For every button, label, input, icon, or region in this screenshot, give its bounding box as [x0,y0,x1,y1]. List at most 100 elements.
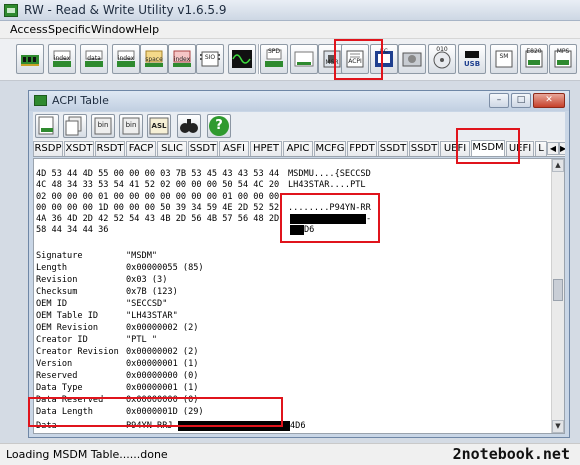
status-text: Loading MSDM Table......done [6,448,168,461]
field-name: OEM Table ID [36,311,99,321]
smbus-button[interactable] [290,44,318,74]
field-value: 0x00000055 (85) [126,263,204,273]
hex-line: 4A 36 4D 2D 42 52 54 43 4B 2D 56 4B 57 5… [36,214,280,224]
find-button[interactable] [177,114,201,138]
scroll-down-arrow[interactable]: ▼ [552,420,564,433]
close-button[interactable]: ✕ [533,93,565,108]
hex-line: 4D 53 44 4D 55 00 00 00 03 7B 53 45 43 4… [36,169,280,179]
tab-hpet[interactable]: HPET [250,141,282,156]
data-field-highlight-box [28,397,283,427]
tab-ssdt-2[interactable]: SSDT [378,141,408,156]
smbios-button[interactable]: SM [490,44,518,74]
pci-data-button[interactable]: data [80,44,108,74]
copy-button[interactable] [63,114,87,138]
field-value: 0x00000002 (2) [126,347,199,357]
field-name: Length [36,263,68,273]
field-value: 0x7B (123) [126,287,178,297]
atapi-button[interactable]: 010 [428,44,456,74]
data-field-value-suffix: 4D6 [290,421,306,431]
tab-scroll-left-arrow[interactable]: ◀ [547,142,559,155]
tab-rsdp[interactable]: RSDP [33,141,63,156]
tab-facp[interactable]: FACP [126,141,156,156]
usb-button[interactable]: USB [458,44,486,74]
menu-window[interactable]: Window [91,23,134,36]
field-value: "PTL " [126,335,158,345]
hex-line: 58 44 34 44 36 [36,225,109,235]
help-button[interactable]: ? [207,114,231,138]
field-value: 0x00000002 (2) [126,323,199,333]
tab-asfi[interactable]: ASFI [219,141,249,156]
menu-access[interactable]: Access [10,23,48,36]
key-ascii-highlight-box [280,193,380,243]
scroll-up-arrow[interactable]: ▲ [552,159,564,172]
tab-apic[interactable]: APIC [283,141,313,156]
tab-scroll-right-arrow[interactable]: ▶ [559,142,565,155]
tab-rsdt[interactable]: RSDT [95,141,125,156]
index-data-button[interactable]: index [168,44,196,74]
hdd-button[interactable] [398,44,426,74]
field-name: OEM Revision [36,323,99,333]
watermark: 2notebook.net [452,445,570,463]
menu-help[interactable]: Help [134,23,159,36]
acpi-highlight-box [334,39,383,80]
memory-button[interactable] [16,44,44,74]
smbus-icon [294,51,314,67]
field-value: "LH43STAR" [126,311,178,321]
spd-button[interactable]: SPD [260,44,288,74]
mps-button[interactable]: MPS [549,44,577,74]
app-icon [4,4,18,17]
rsdp-icon [38,116,54,135]
ascii-line: LH43STAR....PTL [288,180,366,190]
field-name: Checksum [36,287,78,297]
field-value: 0x00000001 (1) [126,359,199,369]
hdd-icon [402,52,422,67]
menu-specific[interactable]: Specific [48,23,91,36]
binoculars-icon [180,119,198,133]
app-title: RW - Read & Write Utility v1.6.5.9 [24,3,227,17]
copy-icon [65,116,82,136]
tab-overflow[interactable]: L [535,141,547,156]
asl-button[interactable]: ASL [147,114,171,138]
tab-mcfg[interactable]: MCFG [314,141,346,156]
field-name: Revision [36,275,78,285]
maximize-button[interactable]: □ [511,93,531,108]
field-value: 0x00000001 (1) [126,383,199,393]
sio-button[interactable]: SIO [196,44,224,74]
field-value: 0x03 (3) [126,275,168,285]
app-titlebar: RW - Read & Write Utility v1.6.5.9 [0,0,580,21]
field-name: Signature [36,251,83,261]
statusbar: Loading MSDM Table......done 2notebook.n… [0,443,580,465]
field-name: Data Type [36,383,83,393]
tab-slic[interactable]: SLIC [157,141,187,156]
field-value: "SECCSD" [126,299,168,309]
acpi-table-titlebar: ACPI Table – □ ✕ [29,91,569,111]
hex-line: 4C 48 34 33 53 54 41 52 02 00 00 00 50 5… [36,180,280,190]
pci-index-button[interactable]: index [48,44,76,74]
waveform-button[interactable] [228,44,256,74]
tab-ssdt[interactable]: SSDT [188,141,218,156]
field-name: Reserved [36,371,78,381]
tab-xsdt[interactable]: XSDT [64,141,94,156]
hex-line: 02 00 00 00 01 00 00 00 00 00 00 00 01 0… [36,192,280,202]
save-all-bin-button[interactable]: bin [119,114,143,138]
io-index-button[interactable]: index [112,44,140,74]
memory-icon [21,55,39,66]
field-value: 0x00000000 (0) [126,371,199,381]
save-bin-button[interactable]: bin [91,114,115,138]
main-toolbar: index data index space index SIO SPD MSR… [0,39,580,81]
field-name: Version [36,359,73,369]
menubar: Access Specific Window Help [0,21,580,39]
rsdp-button[interactable] [35,114,59,138]
tab-ssdt-3[interactable]: SSDT [409,141,439,156]
vertical-scrollbar[interactable]: ▲ ▼ [551,159,564,433]
acpi-table-icon [34,95,47,106]
ascii-line: MSDMU....{SECCSD [288,169,371,179]
msdm-tab-highlight-box [456,128,520,164]
io-space-button[interactable]: space [140,44,168,74]
e820-button[interactable]: E820 [520,44,548,74]
hex-line: 00 00 00 00 1D 00 00 00 50 39 34 59 4E 2… [36,203,280,213]
minimize-button[interactable]: – [489,93,509,108]
waveform-icon [232,50,252,68]
tab-fpdt[interactable]: FPDT [347,141,377,156]
scroll-thumb[interactable] [553,279,563,301]
